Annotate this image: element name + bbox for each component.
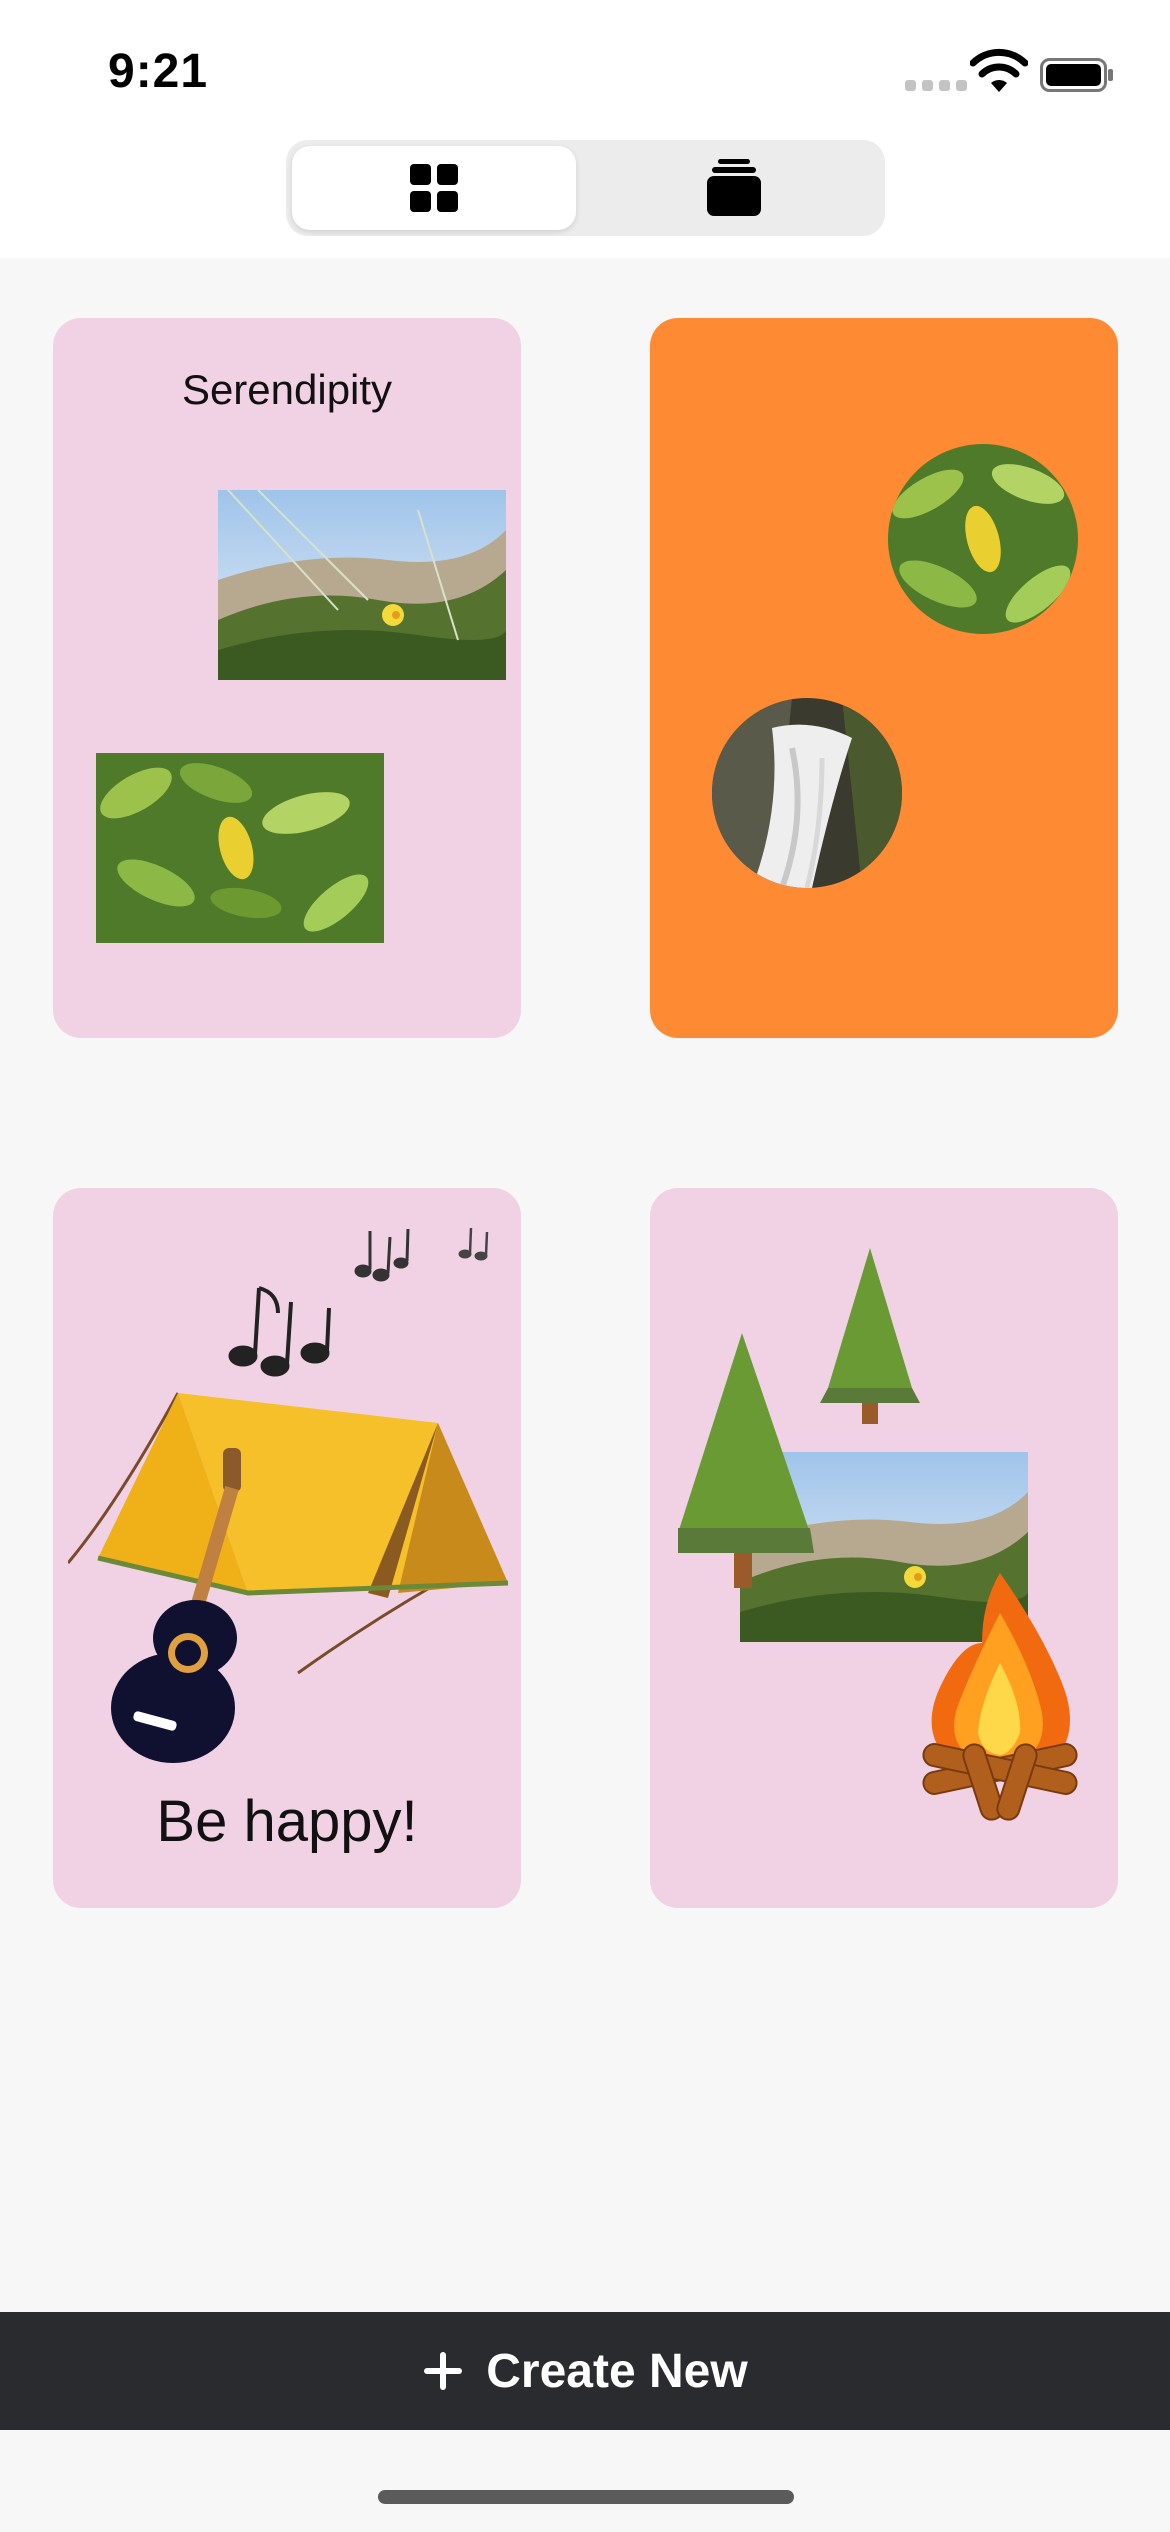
card-serendipity[interactable]: Serendipity [53, 318, 521, 1038]
create-new-button[interactable]: Create New [0, 2312, 1170, 2430]
view-mode-segmented-control [286, 140, 885, 236]
pine-tree-icon [820, 1248, 920, 1424]
card-title: Serendipity [181, 366, 393, 413]
wifi-icon [970, 48, 1028, 92]
card-title: Be happy! [156, 1789, 418, 1854]
campfire-icon [922, 1573, 1078, 1821]
stack-icon [707, 159, 761, 216]
meadow-photo [218, 490, 506, 680]
grid-icon [410, 164, 458, 212]
plus-icon [424, 2352, 463, 2390]
music-notes-icon [228, 1286, 331, 1377]
pine-tree-large-icon [678, 1333, 814, 1588]
waterfall-circle-photo [712, 698, 902, 888]
card-campfire[interactable] [650, 1188, 1118, 1908]
cellular-signal-icon [905, 80, 967, 91]
create-new-label: Create New [486, 2344, 748, 2398]
guitar-icon [111, 1448, 241, 1763]
leaves-circle-photo [888, 444, 1078, 634]
music-notes-small-icon [354, 1228, 410, 1282]
card-orange-circles[interactable] [650, 318, 1118, 1038]
home-indicator [378, 2490, 794, 2504]
battery-icon [1040, 58, 1113, 92]
music-note-tiny-icon [458, 1227, 489, 1261]
status-time: 9:21 [108, 45, 209, 98]
grid-view-button[interactable] [292, 146, 576, 230]
card-be-happy[interactable]: Be happy! [53, 1188, 521, 1908]
top-bar: 9:21 [0, 0, 1170, 258]
leaves-photo [96, 753, 384, 943]
stack-view-button[interactable] [592, 146, 876, 230]
